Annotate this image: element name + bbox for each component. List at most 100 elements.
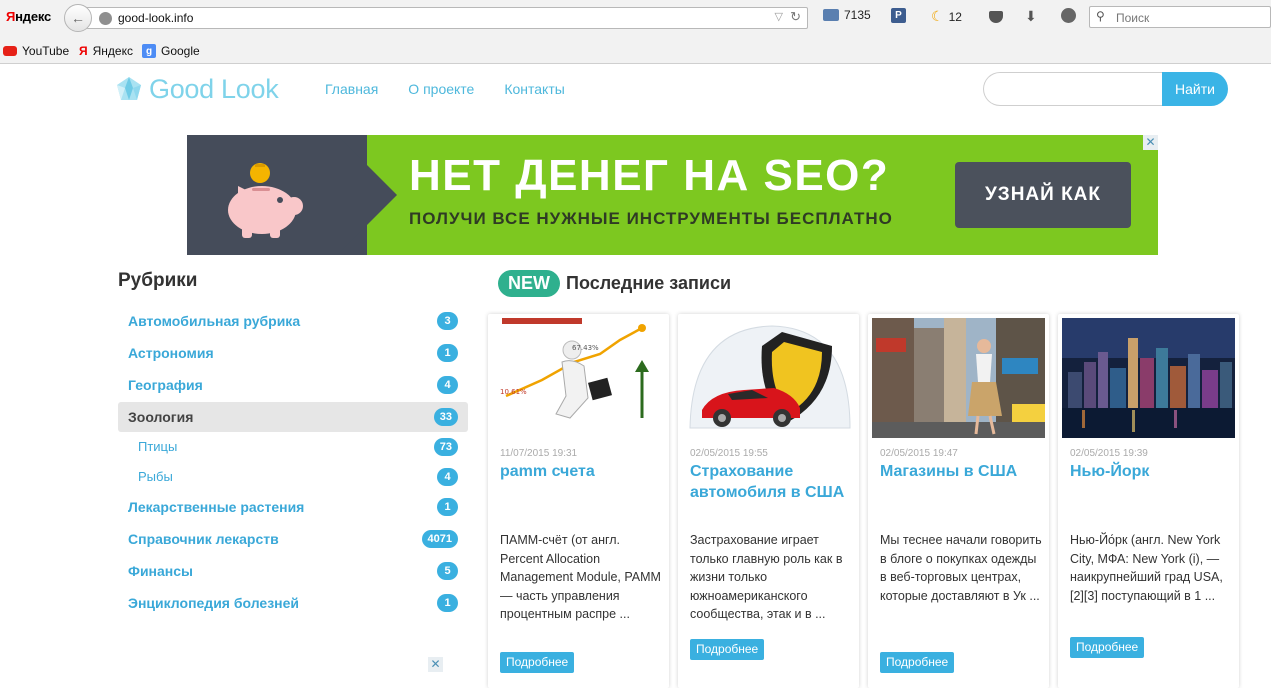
posts-title: Последние записи [566,273,732,293]
ad-close-icon[interactable]: ✕ [1143,135,1158,150]
post-excerpt: ПАММ-счёт (от англ. Percent Allocation M… [500,533,661,621]
bookmarks-bar: YouTube Я Яндекс g Google [0,38,1271,64]
post-title-link[interactable]: Магазины в США [880,461,1040,482]
main-nav: Главная О проекте Контакты [325,81,565,97]
category-label: Лекарственные растения [128,499,305,515]
post-thumbnail[interactable] [1062,318,1235,438]
read-more-button[interactable]: Подробнее [500,652,575,673]
banner-subline: ПОЛУЧИ ВСЕ НУЖНЫЕ ИНСТРУМЕНТЫ БЕСПЛАТНО [409,209,893,228]
post-date: 11/07/2015 19:31 [500,448,578,459]
sidebar-ad-close-icon[interactable]: ✕ [428,657,443,672]
category-auto[interactable]: Автомобильная рубрика 3 [118,306,468,336]
category-label: Финансы [128,563,193,579]
category-count-badge: 4071 [421,530,458,548]
nav-home[interactable]: Главная [325,81,378,97]
browser-toolbar: Яндекс good-look.info ▽ ↻ ← 7135 P ☾ 12 … [0,0,1271,38]
site-search-input[interactable] [983,72,1165,106]
post-thumbnail[interactable]: 67.43% 10.61% [492,318,665,438]
category-birds[interactable]: Птицы 73 [118,432,468,462]
mail-icon [823,9,839,21]
new-badge: NEW [498,270,560,297]
posts-header: NEW Последние записи [498,270,731,297]
post-excerpt: Застрахование играет только главную роль… [690,533,843,621]
pocket-button[interactable] [989,11,1003,23]
ad-banner[interactable]: НЕТ ДЕНЕГ НА SEO? ПОЛУЧИ ВСЕ НУЖНЫЕ ИНСТ… [187,135,1158,255]
category-astronomy[interactable]: Астрономия 1 [118,338,468,368]
bookmark-yandex[interactable]: Я Яндекс [79,44,133,58]
banner-chevron [337,135,397,255]
nav-about[interactable]: О проекте [408,81,474,97]
category-label: Справочник лекарств [128,531,279,547]
weather-widget[interactable]: ☾ 12 [931,8,962,25]
night-city-image [1062,318,1235,438]
post-title-link[interactable]: Нью-Йорк [1070,461,1230,482]
bookmark-label: Яндекс [92,44,133,58]
bookmark-label: YouTube [22,44,70,58]
search-button[interactable]: Найти [1162,72,1228,106]
category-count-badge: 3 [437,312,458,330]
bookmark-label: Google [161,44,200,58]
park-widget[interactable]: P [891,8,906,23]
post-card: 02/05/2015 19:47 Магазины в США Мы тесне… [868,314,1049,688]
category-zoology[interactable]: Зоология 33 [118,402,468,432]
category-diseases[interactable]: Энциклопедия болезней 1 [118,588,468,618]
browser-search-input[interactable]: ⚲ Поиск [1089,6,1271,28]
category-label: Рыбы [138,469,173,484]
category-label: География [128,377,203,393]
logo-text: Good Look [149,74,279,104]
category-count-badge: 33 [433,408,458,426]
post-date: 02/05/2015 19:39 [1070,448,1148,459]
category-count-badge: 4 [437,468,458,486]
search-icon: ⚲ [1096,9,1105,23]
chevron-down-icon[interactable]: ▽ [775,10,783,23]
post-title-link[interactable]: Страхование автомобиля в США [690,461,850,503]
nav-contacts[interactable]: Контакты [504,81,564,97]
category-finance[interactable]: Финансы 5 [118,556,468,586]
banner-cta-button[interactable]: УЗНАЙ КАК [955,162,1131,228]
diamond-logo-icon [117,76,141,100]
category-label: Астрономия [128,345,214,361]
address-bar[interactable]: good-look.info ▽ ↻ [86,7,808,29]
site-search: Найти [983,72,1228,106]
category-count-badge: 5 [437,562,458,580]
svg-text:67.43%: 67.43% [572,344,599,352]
site-logo[interactable]: Good Look [115,74,279,105]
mail-widget[interactable]: 7135 [823,8,871,22]
moon-icon: ☾ [931,8,944,24]
pocket-icon [989,11,1003,23]
category-count-badge: 1 [437,498,458,516]
svg-text:10.61%: 10.61% [500,388,527,396]
category-drugs[interactable]: Справочник лекарств 4071 [118,524,468,554]
youtube-icon [3,46,17,56]
mail-count: 7135 [844,8,871,22]
category-label: Птицы [138,439,178,454]
yandex-icon: Я [79,44,88,58]
chart-figure-image: 67.43% 10.61% [492,318,665,438]
post-thumbnail[interactable] [872,318,1045,438]
category-count-badge: 73 [433,438,458,456]
globe-icon [99,12,112,25]
browser-search-placeholder: Поиск [1116,11,1150,25]
bookmark-youtube[interactable]: YouTube [3,44,69,58]
category-geography[interactable]: География 4 [118,370,468,400]
category-herbs[interactable]: Лекарственные растения 1 [118,492,468,522]
read-more-button[interactable]: Подробнее [880,652,955,673]
downloads-button[interactable]: ⬇ [1025,8,1037,25]
category-fish[interactable]: Рыбы 4 [118,462,468,492]
reload-icon[interactable]: ↻ [790,9,801,25]
park-icon: P [891,8,906,23]
post-excerpt: Нью-Йо́рк (англ. New York City, МФА: New… [1070,533,1223,603]
post-date: 02/05/2015 19:55 [690,448,768,459]
chat-button[interactable] [1061,8,1076,23]
post-title-link[interactable]: pamm счета [500,461,660,482]
category-label: Энциклопедия болезней [128,595,300,611]
read-more-button[interactable]: Подробнее [690,639,765,660]
post-thumbnail[interactable] [682,318,855,438]
bookmark-google[interactable]: g Google [142,44,200,58]
yandex-brand[interactable]: Яндекс [6,9,51,24]
read-more-button[interactable]: Подробнее [1070,637,1145,658]
post-excerpt: Мы теснее начали говорить в блоге о поку… [880,533,1042,603]
category-count-badge: 1 [437,344,458,362]
brand-rest: ндекс [15,9,52,24]
back-button[interactable]: ← [64,4,92,32]
